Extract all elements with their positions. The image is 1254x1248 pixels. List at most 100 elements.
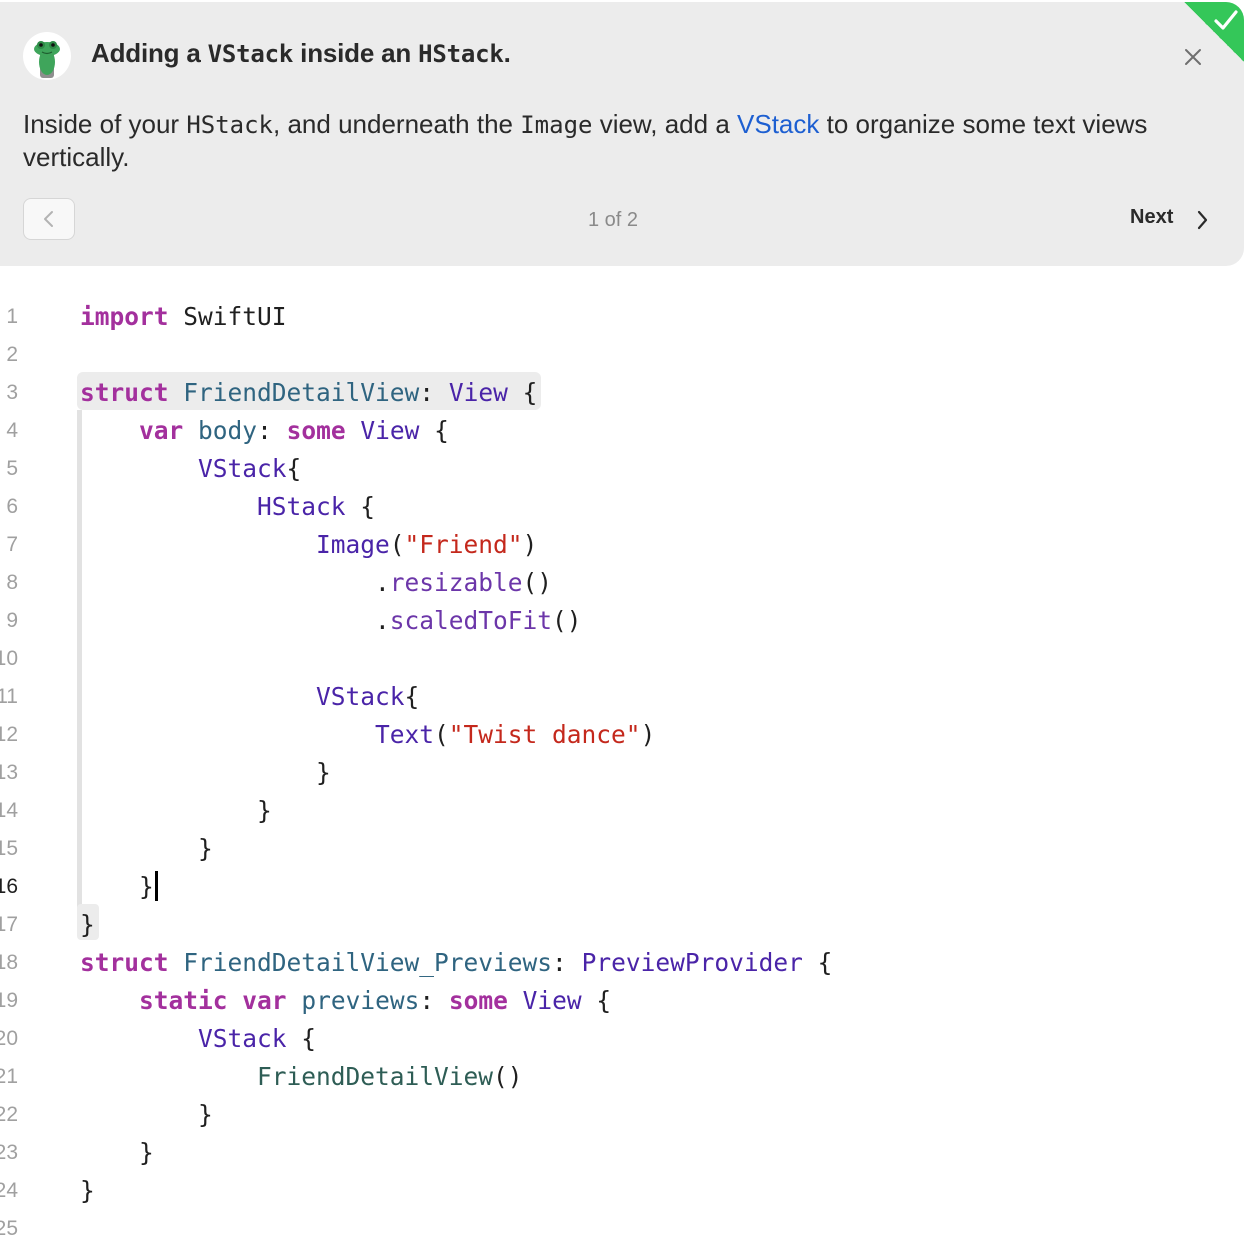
code-token: SwiftUI: [168, 302, 287, 331]
code-token: FriendDetailView: [257, 1062, 494, 1091]
line-number: 2: [6, 343, 18, 366]
previous-step-button[interactable]: [23, 198, 75, 240]
checkmark-icon: [1214, 10, 1238, 30]
code-token: }: [80, 872, 154, 901]
next-step-button[interactable]: Next: [1130, 206, 1208, 236]
line-number: 6: [6, 495, 18, 518]
code-text[interactable]: }: [80, 830, 213, 868]
line-number: 22: [0, 1103, 18, 1126]
line-number: 17: [0, 913, 18, 936]
code-editor[interactable]: 1 import SwiftUI 2 3 struct FriendDetailView…: [0, 270, 1254, 1240]
line-number: 21: [0, 1065, 18, 1088]
code-token: scaledToFit: [389, 606, 553, 635]
code-token: struct: [80, 378, 169, 407]
code-token: :: [552, 948, 582, 977]
code-token: {: [286, 1024, 317, 1053]
code-text[interactable]: }: [80, 1172, 95, 1210]
code-token: FriendDetailView_Previews: [183, 948, 553, 977]
code-token: some: [448, 986, 508, 1015]
code-token: import: [80, 302, 169, 331]
code-token: PreviewProvider: [581, 948, 803, 977]
code-token: var: [139, 416, 184, 445]
code-token: }: [80, 758, 331, 787]
code-token: "Friend": [404, 530, 523, 559]
close-icon[interactable]: [1178, 42, 1208, 72]
code-text[interactable]: Image("Friend"): [80, 526, 537, 564]
code-text[interactable]: VStack{: [80, 678, 419, 716]
next-label: Next: [1130, 206, 1174, 228]
code-token: :: [419, 378, 449, 407]
text-cursor: [154, 871, 158, 901]
line-number: 14: [0, 799, 18, 822]
code-token: }: [80, 796, 272, 825]
code-text[interactable]: struct FriendDetailView: View {: [80, 374, 537, 412]
code-text[interactable]: }: [80, 868, 158, 906]
code-token: some: [286, 416, 346, 445]
line-number: 20: [0, 1027, 18, 1050]
code-token: previews: [301, 986, 420, 1015]
code-text[interactable]: VStack {: [80, 1020, 316, 1058]
line-number: 18: [0, 951, 18, 974]
code-token: }: [80, 834, 213, 863]
code-text[interactable]: }: [80, 906, 95, 944]
code-token: ): [522, 530, 538, 559]
code-text[interactable]: }: [80, 754, 331, 792]
line-number: 19: [0, 989, 18, 1012]
code-token: }: [80, 1138, 154, 1167]
line-number: 9: [6, 609, 18, 632]
code-text[interactable]: .scaledToFit(): [80, 602, 582, 640]
code-token: View: [360, 416, 420, 445]
code-token: }: [80, 910, 95, 939]
code-token: VStack: [316, 682, 405, 711]
vstack-doc-link[interactable]: VStack: [737, 109, 819, 139]
code-text[interactable]: }: [80, 1134, 154, 1172]
code-token: {: [581, 986, 612, 1015]
code-text[interactable]: }: [80, 792, 272, 830]
line-number: 23: [0, 1141, 18, 1164]
line-number: 10: [0, 647, 18, 670]
line-number: 15: [0, 837, 18, 860]
code-token: ): [640, 720, 656, 749]
code-token: .: [80, 606, 390, 635]
code-text[interactable]: }: [80, 1096, 213, 1134]
code-token: (): [493, 1062, 523, 1091]
code-text[interactable]: var body: some View {: [80, 412, 449, 450]
code-token: (: [434, 720, 449, 749]
code-text[interactable]: static var previews: some View {: [80, 982, 611, 1020]
code-text[interactable]: HStack {: [80, 488, 375, 526]
code-token: View: [448, 378, 508, 407]
code-text[interactable]: VStack{: [80, 450, 301, 488]
code-token: {: [802, 948, 833, 977]
code-text[interactable]: FriendDetailView(): [80, 1058, 523, 1096]
code-text[interactable]: Text("Twist dance"): [80, 716, 655, 754]
line-number: 13: [0, 761, 18, 784]
code-token: VStack: [198, 1024, 287, 1053]
code-token: {: [404, 682, 420, 711]
code-token: FriendDetailView: [183, 378, 420, 407]
code-token: }: [80, 1176, 95, 1205]
line-number: 3: [6, 381, 18, 404]
code-token: View: [522, 986, 582, 1015]
code-token: {: [345, 492, 376, 521]
code-token: struct: [80, 948, 169, 977]
code-token: (): [522, 568, 553, 597]
code-token: (): [552, 606, 582, 635]
avatar-icon: [23, 32, 71, 80]
code-text[interactable]: import SwiftUI: [80, 298, 287, 336]
step-page-indicator: 1 of 2: [587, 209, 639, 231]
code-text[interactable]: .resizable(): [80, 564, 552, 602]
code-text[interactable]: struct FriendDetailView_Previews: Previe…: [80, 944, 832, 982]
line-number: 11: [0, 685, 18, 708]
code-token: :: [257, 416, 287, 445]
code-token: resizable: [389, 568, 523, 597]
code-token: "Twist dance": [448, 720, 641, 749]
code-token: HStack: [257, 492, 346, 521]
